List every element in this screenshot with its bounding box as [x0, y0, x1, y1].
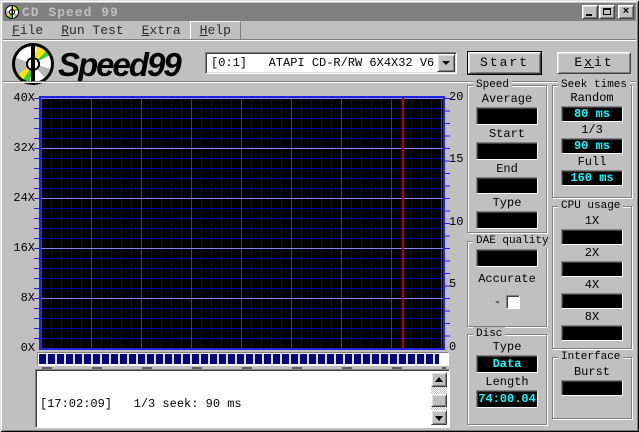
log-lines: [17:02:09] 1/3 seek: 90 ms [17:02:09] St…: [40, 372, 430, 425]
speed-chart-plot: [39, 96, 445, 350]
speed-panel-title: Speed: [473, 78, 512, 92]
speed-panel: Speed Average Start End Type: [467, 85, 547, 233]
app-window: CD Speed 99 × File Run Test Extra Help S…: [0, 0, 639, 432]
speed99-logo-text: Speed99: [58, 46, 180, 84]
exit-button[interactable]: Exit: [557, 52, 631, 74]
cpu-4x-label: 4X: [585, 279, 599, 292]
menu-divider: [3, 39, 636, 41]
cpu-usage-panel: CPU usage 1X 2X 4X 8X: [552, 206, 632, 349]
end-speed-display: [476, 177, 538, 195]
menu-help[interactable]: Help: [190, 21, 241, 40]
third-seek-display: 90 ms: [561, 138, 623, 154]
disc-length-display: 74:00.04: [476, 390, 538, 408]
scroll-down-button[interactable]: [431, 410, 447, 425]
y-left-tick-32x: 32X: [5, 142, 35, 154]
burst-label: Burst: [574, 366, 610, 379]
titlebar[interactable]: CD Speed 99 ×: [3, 3, 636, 21]
cpu-2x-display: [561, 261, 623, 277]
y-right-tick-20: 20: [449, 91, 463, 103]
drive-select[interactable]: [0:1] ATAPI CD-R/RW 6X4X32 V6.CW: [205, 52, 457, 74]
full-seek-label: Full: [578, 156, 607, 169]
type-label: Type: [493, 197, 522, 210]
log-scrollbar[interactable]: [431, 372, 447, 425]
dae-quality-display: [476, 249, 538, 267]
scrollbar-thumb[interactable]: [431, 394, 447, 407]
y-left-tick-0x: 0X: [5, 342, 35, 354]
start-speed-display: [476, 142, 538, 160]
y-left-tick-40x: 40X: [5, 92, 35, 104]
cpu-1x-label: 1X: [585, 215, 599, 228]
start-speed-label: Start: [489, 128, 525, 141]
close-button[interactable]: ×: [618, 5, 634, 19]
dae-quality-title: DAE quality: [473, 234, 552, 248]
menu-bar: File Run Test Extra Help: [3, 22, 636, 39]
scroll-up-button[interactable]: [431, 372, 447, 387]
drive-select-value: [0:1] ATAPI CD-R/RW 6X4X32 V6.CW: [206, 56, 437, 70]
accurate-label: Accurate: [478, 273, 536, 286]
test-progress-bar: [37, 352, 449, 366]
close-icon: ×: [619, 5, 633, 17]
burst-display: [561, 380, 623, 396]
accurate-dash: -: [494, 295, 501, 309]
disc-type-label: Type: [493, 341, 522, 354]
arrow-down-icon: [435, 416, 443, 421]
average-label: Average: [482, 93, 532, 106]
interface-title: Interface: [558, 350, 623, 364]
y-left-tick-16x: 16X: [5, 242, 35, 254]
minimize-icon: [586, 14, 592, 16]
cpu-2x-label: 2X: [585, 247, 599, 260]
start-button[interactable]: Start: [468, 52, 541, 74]
cpu-4x-display: [561, 293, 623, 309]
toolbar-divider: [3, 81, 636, 83]
disc-panel: Disc Type Data Length 74:00.04: [467, 334, 547, 425]
cpu-1x-display: [561, 229, 623, 245]
log-box[interactable]: [17:02:09] 1/3 seek: 90 ms [17:02:09] St…: [35, 369, 450, 428]
progress-fill: [39, 354, 439, 364]
accurate-checkbox[interactable]: [506, 295, 520, 309]
interface-panel: Interface Burst: [552, 357, 632, 419]
minimize-button[interactable]: [582, 5, 598, 19]
drive-select-dropdown-button[interactable]: [437, 54, 455, 72]
random-seek-display: 80 ms: [561, 106, 623, 122]
cpu-usage-title: CPU usage: [558, 199, 623, 213]
disc-type-display: Data: [476, 355, 538, 373]
menu-extra[interactable]: Extra: [133, 22, 190, 39]
maximize-button[interactable]: [599, 5, 615, 19]
y-right-tick-0: 0: [449, 341, 456, 353]
menu-file[interactable]: File: [3, 22, 52, 39]
chart-grid: [41, 98, 443, 348]
type-display: [476, 211, 538, 229]
app-cd-icon: [5, 5, 19, 19]
seek-times-panel: Seek times Random 80 ms 1/3 90 ms Full 1…: [552, 85, 632, 198]
dae-quality-panel: DAE quality Accurate -: [467, 241, 547, 327]
y-right-tick-15: 15: [449, 153, 463, 165]
third-seek-label: 1/3: [581, 124, 603, 137]
disc-panel-title: Disc: [473, 327, 505, 341]
y-right-tick-10: 10: [449, 216, 463, 228]
log-line: [17:02:09] 1/3 seek: 90 ms: [40, 398, 430, 411]
disc-length-label: Length: [485, 376, 528, 389]
window-title: CD Speed 99: [22, 5, 581, 20]
y-right-tick-5: 5: [449, 278, 456, 290]
maximize-icon: [603, 8, 611, 15]
cpu-8x-label: 8X: [585, 311, 599, 324]
full-seek-display: 160 ms: [561, 170, 623, 186]
menu-run-test[interactable]: Run Test: [52, 22, 132, 39]
y-left-tick-8x: 8X: [5, 292, 35, 304]
seek-times-title: Seek times: [558, 78, 630, 92]
left-axis-ticks: [34, 98, 39, 348]
end-speed-label: End: [496, 163, 518, 176]
arrow-up-icon: [435, 377, 443, 382]
cpu-8x-display: [561, 325, 623, 341]
y-left-tick-24x: 24X: [5, 192, 35, 204]
average-display: [476, 107, 538, 125]
random-seek-label: Random: [570, 92, 613, 105]
speed99-logo-icon: [12, 43, 54, 85]
chevron-down-icon: [442, 61, 450, 69]
chart-position-marker: [402, 98, 404, 348]
